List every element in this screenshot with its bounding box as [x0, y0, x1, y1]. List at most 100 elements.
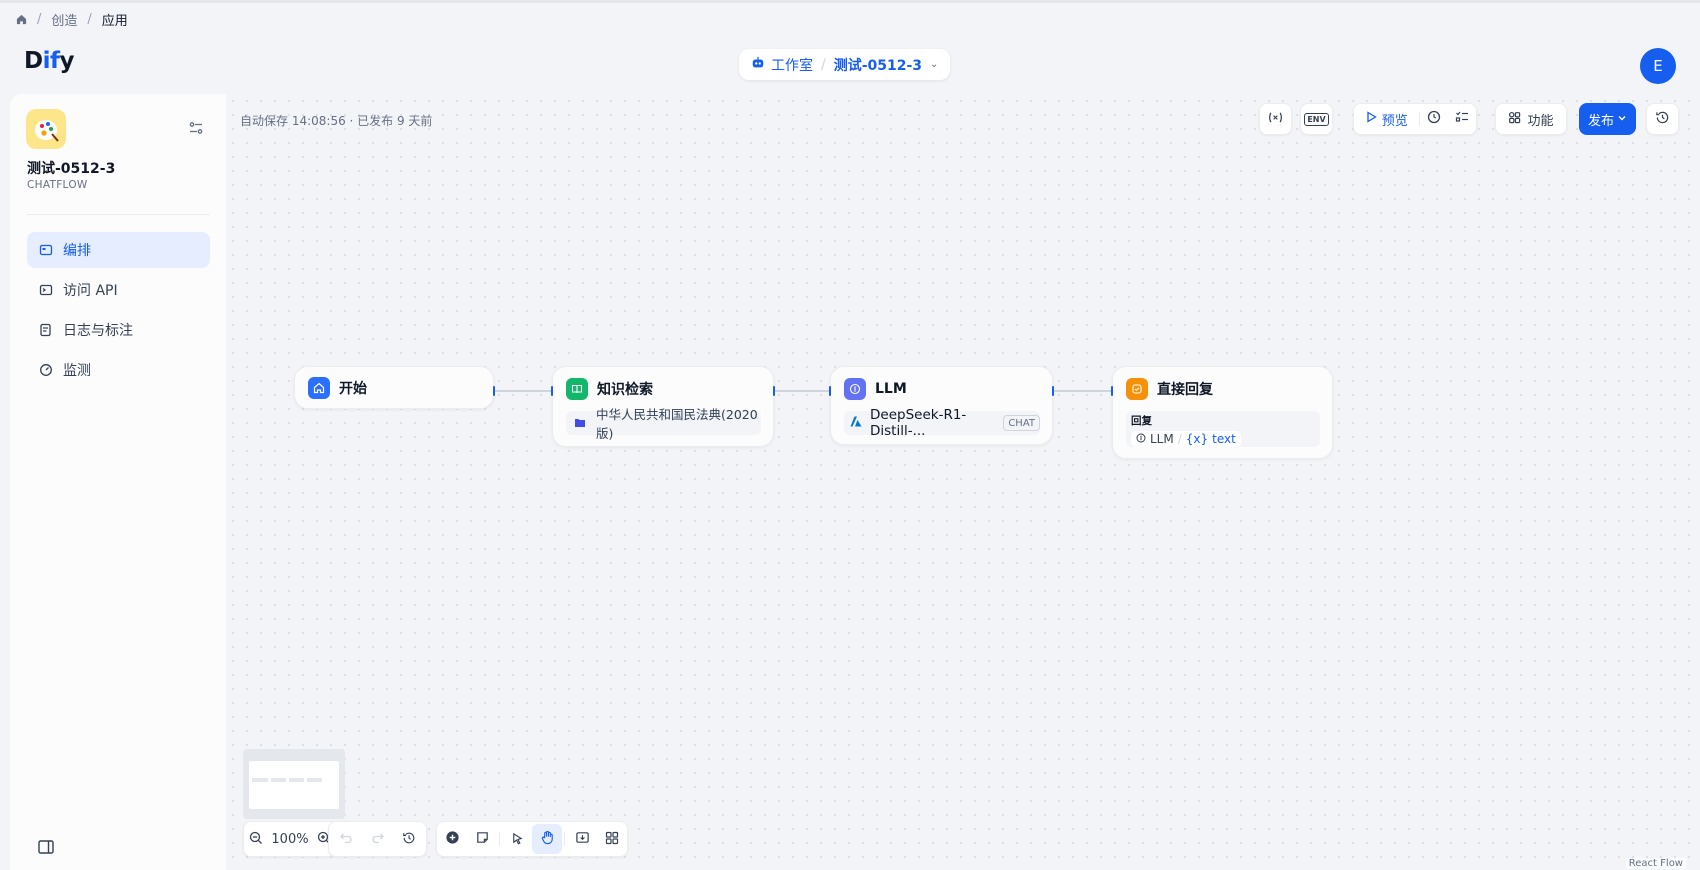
redo-button[interactable] [363, 824, 393, 854]
edge-llm-answer[interactable] [1053, 390, 1112, 392]
folder-icon [574, 416, 586, 431]
divider [499, 832, 500, 846]
sidebar-item-monitor[interactable]: 监测 [27, 352, 210, 388]
sidebar-item-label: 访问 API [63, 283, 118, 299]
zoom-level[interactable]: 100% [267, 832, 312, 847]
zoom-out-button[interactable] [244, 824, 267, 854]
variable-icon: {x} [1185, 432, 1209, 446]
sidebar-item-label: 日志与标注 [63, 323, 133, 339]
start-source-handle[interactable] [493, 386, 495, 396]
canvas-tools [436, 821, 628, 857]
sidebar-nav: 编排 访问 API 日志与标注 监测 [27, 232, 210, 392]
chevron-down-icon[interactable]: ⌄ [930, 59, 938, 70]
variable-reference: LLM / {x} text [1131, 431, 1241, 447]
home-icon[interactable] [16, 14, 27, 25]
app-emoji-icon[interactable] [26, 109, 66, 149]
chevron-down-icon [1617, 112, 1627, 127]
run-history-button[interactable] [1420, 104, 1448, 134]
zoom-out-icon [249, 830, 263, 849]
answer-node[interactable]: 直接回复 回复 LLM / {x} text [1112, 366, 1333, 459]
knowledge-retrieval-node[interactable]: 知识检索 中华人民共和国民法典(2020版) [552, 366, 774, 447]
edge-knowledge-llm[interactable] [774, 390, 830, 392]
variable-node: LLM [1150, 432, 1174, 446]
version-history-button[interactable] [1646, 103, 1679, 135]
minimap[interactable] [243, 749, 345, 819]
env-label: ENV [1304, 112, 1329, 126]
preview-button[interactable]: 预览 [1354, 104, 1419, 134]
dify-logo[interactable]: Dify [24, 48, 74, 74]
divider [564, 832, 565, 846]
app-name[interactable]: 测试-0512-3 [834, 55, 922, 75]
answer-label: 回复 [1131, 415, 1152, 427]
llm-icon [844, 378, 866, 400]
variable-name: text [1212, 432, 1236, 446]
knowledge-target-handle[interactable] [551, 386, 553, 396]
history-controls [328, 821, 427, 857]
sidebar-item-logs[interactable]: 日志与标注 [27, 312, 210, 348]
llm-node[interactable]: LLM DeepSeek-R1-Distill-... CHAT [830, 366, 1053, 445]
undo-button[interactable] [331, 824, 361, 854]
features-button[interactable]: 功能 [1495, 103, 1567, 135]
workflow-canvas[interactable]: 自动保存 14:08:56 · 已发布 9 天前 ENV 预览 功能 发布 开始… [226, 94, 1690, 870]
organize-nodes-button[interactable] [597, 824, 627, 854]
model-name: DeepSeek-R1-Distill-... [870, 407, 967, 439]
hand-icon [540, 830, 555, 849]
answer-target-handle[interactable] [1111, 386, 1113, 396]
features-label: 功能 [1527, 113, 1554, 129]
publish-label: 发布 [1587, 113, 1614, 129]
variable-clear-icon [1268, 110, 1283, 129]
react-flow-attribution[interactable]: React Flow [1625, 858, 1686, 869]
zoom-controls: 100% [243, 821, 337, 857]
minimap-node [307, 778, 322, 782]
add-node-button[interactable] [437, 824, 467, 854]
play-icon [1366, 111, 1377, 127]
workspace-app-switcher[interactable]: 工作室 / 测试-0512-3 ⌄ [739, 49, 951, 80]
sidebar-item-api[interactable]: 访问 API [27, 272, 210, 308]
minimap-viewport [249, 761, 339, 809]
checklist-icon [1455, 110, 1469, 128]
layout-icon [39, 243, 53, 257]
sidebar: 测试-0512-3 CHATFLOW 编排 访问 API 日志与标注 监测 [10, 94, 226, 870]
node-header: 开始 [308, 377, 367, 399]
add-note-button[interactable] [467, 824, 497, 854]
node-header: 知识检索 [566, 378, 653, 400]
hand-mode-button[interactable] [532, 824, 562, 854]
checklist-button[interactable] [1448, 104, 1476, 134]
workflow-history-button[interactable] [394, 824, 424, 854]
sidebar-collapse-icon[interactable] [37, 838, 55, 856]
minimap-node [289, 778, 304, 782]
publish-button[interactable]: 发布 [1579, 103, 1636, 135]
breadcrumb-item-create[interactable]: 创造 [51, 10, 77, 29]
book-icon [566, 378, 588, 400]
sidebar-item-orchestrate[interactable]: 编排 [27, 232, 210, 268]
node-title: 直接回复 [1157, 382, 1213, 398]
sidebar-item-label: 编排 [63, 243, 91, 259]
answer-body: 回复 LLM / {x} text [1126, 411, 1320, 447]
divider [27, 214, 210, 215]
robot-icon [751, 56, 765, 74]
top-border [0, 0, 1700, 3]
llm-source-handle[interactable] [1052, 386, 1054, 396]
breadcrumb-item-apps[interactable]: 应用 [102, 10, 128, 29]
redo-icon [371, 830, 385, 849]
edge-start-knowledge[interactable] [494, 390, 552, 392]
env-button[interactable]: ENV [1300, 103, 1333, 135]
minimap-node [271, 778, 286, 782]
layout-grid-icon [605, 830, 619, 849]
preview-label: 预览 [1381, 113, 1408, 129]
llm-target-handle[interactable] [829, 386, 831, 396]
sliders-icon[interactable] [188, 120, 206, 138]
knowledge-source-handle[interactable] [773, 386, 775, 396]
minimap-node [252, 778, 268, 782]
export-image-button[interactable] [567, 824, 597, 854]
separator: / [821, 56, 826, 73]
breadcrumb: / 创造 / 应用 [16, 10, 128, 29]
clear-variables-button[interactable] [1259, 103, 1292, 135]
pointer-mode-button[interactable] [502, 824, 532, 854]
workspace-link[interactable]: 工作室 [751, 55, 813, 75]
start-node[interactable]: 开始 [294, 366, 494, 409]
avatar[interactable]: E [1640, 48, 1676, 84]
history-play-icon [1427, 110, 1441, 128]
mode-badge: CHAT [1003, 415, 1040, 431]
run-tools-group: 预览 [1353, 103, 1477, 135]
